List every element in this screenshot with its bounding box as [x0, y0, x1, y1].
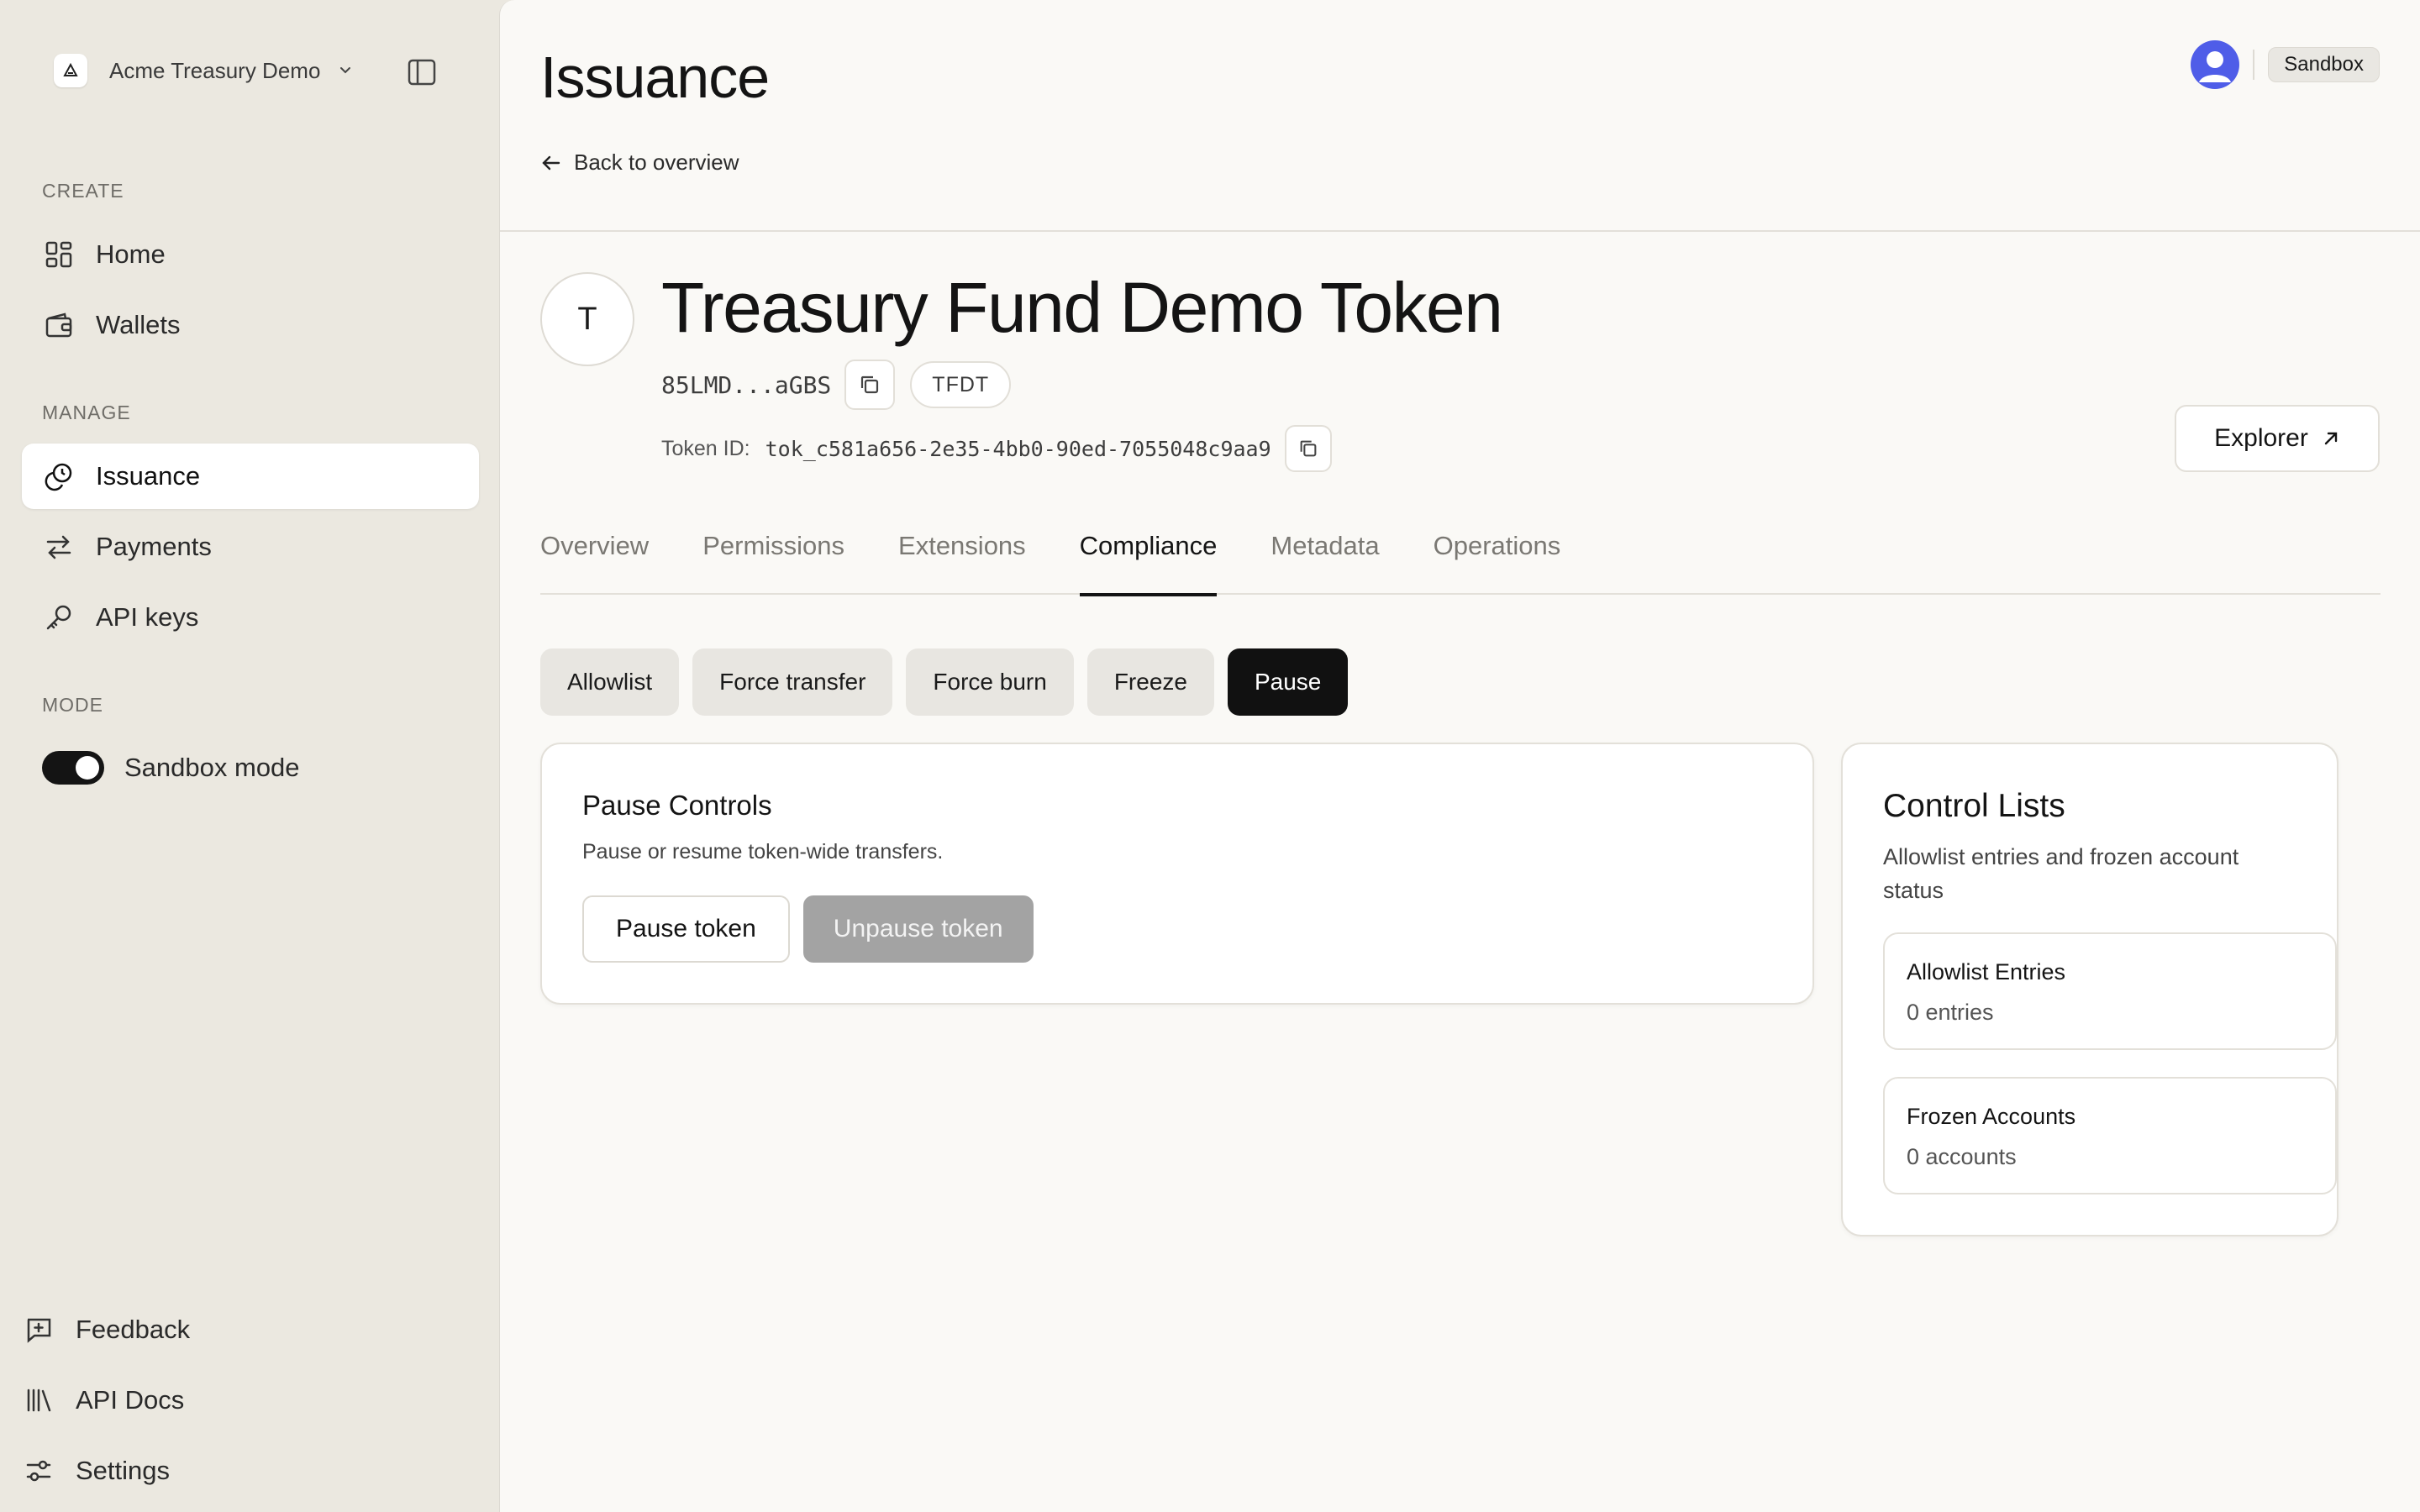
environment-badge: Sandbox: [2268, 47, 2380, 82]
sidebar-item-issuance[interactable]: Issuance: [22, 444, 479, 509]
token-id-value: tok_c581a656-2e35-4bb0-90ed-7055048c9aa9: [765, 436, 1271, 461]
grid-icon: [42, 238, 76, 271]
subtab-force-transfer[interactable]: Force transfer: [692, 648, 893, 716]
sidebar: Acme Treasury Demo CREATE Home Wallets M…: [0, 0, 499, 1512]
workspace-switcher[interactable]: Acme Treasury Demo: [54, 52, 354, 89]
user-avatar[interactable]: [2191, 40, 2240, 89]
chevron-down-icon: [337, 62, 354, 79]
token-name: Treasury Fund Demo Token: [661, 268, 1503, 347]
back-to-overview-link[interactable]: Back to overview: [540, 150, 739, 176]
unpause-token-button[interactable]: Unpause token: [802, 895, 1034, 963]
feedback-icon: [22, 1313, 55, 1347]
sandbox-mode-toggle-row[interactable]: Sandbox mode: [42, 746, 300, 790]
token-address: 85LMD...aGBS: [661, 370, 832, 399]
pause-button-row: Pause token Unpause token: [582, 895, 1034, 963]
tab-extensions[interactable]: Extensions: [898, 521, 1026, 595]
section-label-mode: MODE: [42, 694, 103, 716]
explorer-label: Explorer: [2214, 424, 2308, 452]
token-ticker-badge: TFDT: [910, 361, 1012, 408]
header-divider-line: [500, 230, 2420, 232]
copy-icon: [1300, 440, 1317, 457]
app-window: Acme Treasury Demo CREATE Home Wallets M…: [0, 0, 2420, 1512]
pause-controls-description: Pause or resume token-wide transfers.: [582, 840, 944, 864]
explorer-button[interactable]: Explorer: [2175, 405, 2380, 472]
subtab-force-burn[interactable]: Force burn: [906, 648, 1074, 716]
pause-controls-title: Pause Controls: [582, 790, 772, 821]
pause-token-button[interactable]: Pause token: [582, 895, 790, 963]
tab-metadata[interactable]: Metadata: [1270, 521, 1379, 595]
control-lists-card: Control Lists Allowlist entries and froz…: [1841, 743, 2338, 1236]
section-label-manage: MANAGE: [42, 402, 131, 423]
sandbox-mode-label: Sandbox mode: [124, 753, 300, 782]
tab-permissions[interactable]: Permissions: [702, 521, 844, 595]
tab-overview[interactable]: Overview: [540, 521, 649, 595]
copy-token-id-button[interactable]: [1284, 425, 1332, 472]
workspace-logo-icon: [54, 54, 87, 87]
sidebar-item-api-docs[interactable]: API Docs: [22, 1371, 184, 1430]
arrows-left-right-icon: [42, 530, 76, 564]
sidebar-item-label: Wallets: [96, 310, 181, 339]
token-id-row: Token ID: tok_c581a656-2e35-4bb0-90ed-70…: [661, 425, 1332, 472]
top-right-controls: Sandbox: [2191, 40, 2380, 89]
allowlist-entries-value: 0 entries: [1907, 1000, 1994, 1025]
sidebar-item-label: API keys: [96, 602, 199, 632]
allowlist-entries-title: Allowlist Entries: [1907, 959, 2066, 984]
sidebar-item-home[interactable]: Home: [22, 222, 479, 287]
subtab-freeze[interactable]: Freeze: [1086, 648, 1214, 716]
copy-icon: [861, 375, 879, 394]
token-id-label: Token ID:: [661, 436, 750, 460]
sidebar-item-wallets[interactable]: Wallets: [22, 292, 479, 358]
compliance-subtabs: Allowlist Force transfer Force burn Free…: [540, 648, 1361, 716]
arrow-up-right-icon: [2322, 429, 2340, 448]
sidebar-item-payments[interactable]: Payments: [22, 514, 479, 580]
token-address-row: 85LMD...aGBS TFDT: [661, 360, 1012, 410]
frozen-accounts-box: Frozen Accounts 0 accounts: [1883, 1077, 2337, 1194]
sidebar-item-label: Feedback: [76, 1315, 191, 1344]
sidebar-item-label: API Docs: [76, 1385, 185, 1415]
copy-address-button[interactable]: [844, 360, 896, 410]
sidebar-item-label: Payments: [96, 532, 212, 561]
sidebar-item-label: Home: [96, 239, 166, 269]
tab-bar: Overview Permissions Extensions Complian…: [540, 521, 2381, 596]
sidebar-item-feedback[interactable]: Feedback: [22, 1300, 190, 1359]
frozen-accounts-value: 0 accounts: [1907, 1144, 2017, 1169]
sliders-icon: [22, 1454, 55, 1488]
subtab-pause[interactable]: Pause: [1227, 648, 1349, 716]
tab-compliance[interactable]: Compliance: [1079, 521, 1217, 596]
workspace-name: Acme Treasury Demo: [109, 57, 321, 83]
library-icon: [22, 1383, 55, 1417]
sidebar-item-label: Settings: [76, 1456, 171, 1485]
back-link-label: Back to overview: [574, 150, 739, 175]
control-lists-title: Control Lists: [1883, 788, 2065, 824]
sidebar-toggle-icon[interactable]: [405, 55, 439, 89]
sidebar-item-api-keys[interactable]: API keys: [22, 585, 479, 650]
subtab-allowlist[interactable]: Allowlist: [540, 648, 680, 716]
sidebar-item-settings[interactable]: Settings: [22, 1441, 170, 1500]
wallet-icon: [42, 308, 76, 342]
page-title: Issuance: [540, 45, 770, 110]
section-label-create: CREATE: [42, 180, 124, 202]
header-divider: [2253, 50, 2255, 80]
allowlist-entries-box: Allowlist Entries 0 entries: [1883, 932, 2337, 1050]
arrow-left-icon: [540, 152, 562, 174]
toggle-knob: [76, 756, 99, 780]
token-avatar: T: [540, 272, 634, 366]
key-icon: [42, 601, 76, 634]
main-content: Issuance Back to overview Sandbox T Trea…: [499, 0, 2420, 1512]
control-lists-description: Allowlist entries and frozen account sta…: [1883, 844, 2239, 903]
sandbox-mode-toggle[interactable]: [42, 751, 104, 785]
frozen-accounts-title: Frozen Accounts: [1907, 1104, 2076, 1129]
pause-controls-card: Pause Controls Pause or resume token-wid…: [540, 743, 1814, 1005]
coins-icon: [42, 459, 76, 493]
tab-operations[interactable]: Operations: [1434, 521, 1561, 595]
sidebar-item-label: Issuance: [96, 461, 201, 491]
